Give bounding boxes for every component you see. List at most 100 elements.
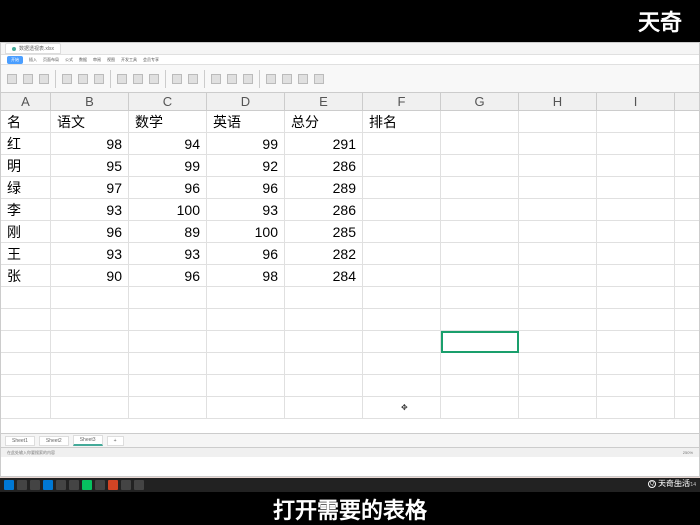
cell[interactable] bbox=[519, 265, 597, 286]
cell[interactable]: 286 bbox=[285, 199, 363, 220]
menu-start[interactable]: 开始 bbox=[7, 56, 23, 64]
cell[interactable]: 李 bbox=[1, 199, 51, 220]
search-icon[interactable] bbox=[17, 480, 27, 490]
cell[interactable]: 99 bbox=[207, 133, 285, 154]
cell[interactable]: 语文 bbox=[51, 111, 129, 132]
cell[interactable] bbox=[519, 155, 597, 176]
cell[interactable]: 96 bbox=[129, 265, 207, 286]
font-button[interactable] bbox=[60, 74, 74, 84]
task-view-icon[interactable] bbox=[30, 480, 40, 490]
cell[interactable] bbox=[597, 133, 675, 154]
cell[interactable] bbox=[363, 199, 441, 220]
cell[interactable]: 93 bbox=[207, 199, 285, 220]
align-button[interactable] bbox=[115, 74, 129, 84]
menu-layout[interactable]: 页面布局 bbox=[43, 57, 59, 63]
cell[interactable] bbox=[519, 177, 597, 198]
cell[interactable] bbox=[363, 265, 441, 286]
cell[interactable]: 93 bbox=[51, 243, 129, 264]
cell[interactable]: 92 bbox=[207, 155, 285, 176]
cell[interactable] bbox=[363, 221, 441, 242]
cell[interactable] bbox=[363, 243, 441, 264]
col-c[interactable]: C bbox=[129, 93, 207, 110]
cell[interactable]: 93 bbox=[129, 243, 207, 264]
cell[interactable] bbox=[441, 177, 519, 198]
cell[interactable]: 96 bbox=[207, 177, 285, 198]
sum-button[interactable] bbox=[209, 74, 223, 84]
merge-button[interactable] bbox=[131, 74, 145, 84]
cell[interactable] bbox=[597, 111, 675, 132]
wps-icon[interactable] bbox=[108, 480, 118, 490]
cell[interactable] bbox=[519, 133, 597, 154]
cell[interactable] bbox=[363, 177, 441, 198]
cell[interactable]: 96 bbox=[51, 221, 129, 242]
cell[interactable] bbox=[519, 199, 597, 220]
edge-icon[interactable] bbox=[43, 480, 53, 490]
cell[interactable] bbox=[597, 199, 675, 220]
col-f[interactable]: F bbox=[363, 93, 441, 110]
copy-button[interactable] bbox=[37, 74, 51, 84]
cell[interactable]: 名 bbox=[1, 111, 51, 132]
cell[interactable] bbox=[441, 133, 519, 154]
sort-button[interactable] bbox=[241, 74, 255, 84]
cell[interactable] bbox=[597, 221, 675, 242]
cell[interactable] bbox=[363, 155, 441, 176]
cell[interactable] bbox=[441, 111, 519, 132]
menu-view[interactable]: 视图 bbox=[107, 57, 115, 63]
cell[interactable] bbox=[441, 221, 519, 242]
rowcol-button[interactable] bbox=[264, 74, 278, 84]
cell[interactable]: 红 bbox=[1, 133, 51, 154]
sheet-tab-2[interactable]: Sheet2 bbox=[39, 436, 69, 446]
find-button[interactable] bbox=[312, 74, 326, 84]
file-tab[interactable]: 数据透视表.xlsx bbox=[5, 43, 61, 54]
menu-insert[interactable]: 插入 bbox=[29, 57, 37, 63]
cell[interactable] bbox=[363, 133, 441, 154]
filter-button[interactable] bbox=[225, 74, 239, 84]
col-d[interactable]: D bbox=[207, 93, 285, 110]
number-button[interactable] bbox=[170, 74, 184, 84]
cell[interactable]: 张 bbox=[1, 265, 51, 286]
cell[interactable]: 王 bbox=[1, 243, 51, 264]
cell[interactable] bbox=[597, 155, 675, 176]
app-icon-3[interactable] bbox=[121, 480, 131, 490]
wechat-icon[interactable] bbox=[82, 480, 92, 490]
col-i[interactable]: I bbox=[597, 93, 675, 110]
add-sheet-button[interactable]: + bbox=[107, 436, 124, 446]
cell[interactable]: 90 bbox=[51, 265, 129, 286]
col-h[interactable]: H bbox=[519, 93, 597, 110]
cell[interactable] bbox=[519, 243, 597, 264]
col-e[interactable]: E bbox=[285, 93, 363, 110]
app-icon-4[interactable] bbox=[134, 480, 144, 490]
cell[interactable]: 99 bbox=[129, 155, 207, 176]
wrap-button[interactable] bbox=[147, 74, 161, 84]
format-button[interactable] bbox=[186, 74, 200, 84]
cell[interactable]: 291 bbox=[285, 133, 363, 154]
cell[interactable]: 总分 bbox=[285, 111, 363, 132]
cell[interactable]: 刚 bbox=[1, 221, 51, 242]
cell[interactable]: 282 bbox=[285, 243, 363, 264]
bold-button[interactable] bbox=[76, 74, 90, 84]
cell[interactable] bbox=[441, 265, 519, 286]
menu-dev[interactable]: 开发工具 bbox=[121, 57, 137, 63]
cell[interactable] bbox=[441, 155, 519, 176]
zoom-level[interactable]: 250% bbox=[683, 450, 693, 455]
app-icon[interactable] bbox=[69, 480, 79, 490]
col-a[interactable]: A bbox=[1, 93, 51, 110]
cell[interactable]: 明 bbox=[1, 155, 51, 176]
cell[interactable]: 286 bbox=[285, 155, 363, 176]
col-g[interactable]: G bbox=[441, 93, 519, 110]
menu-review[interactable]: 审阅 bbox=[93, 57, 101, 63]
explorer-icon[interactable] bbox=[56, 480, 66, 490]
cell[interactable]: 94 bbox=[129, 133, 207, 154]
cell[interactable]: 英语 bbox=[207, 111, 285, 132]
cell[interactable]: 96 bbox=[129, 177, 207, 198]
cell[interactable]: 93 bbox=[51, 199, 129, 220]
sheet-button[interactable] bbox=[280, 74, 294, 84]
cell[interactable] bbox=[441, 199, 519, 220]
cell[interactable] bbox=[519, 111, 597, 132]
spreadsheet-grid[interactable]: A B C D E F G H I 名 语文 数学 英语 总分 排名 bbox=[1, 93, 699, 433]
paste-button[interactable] bbox=[5, 74, 19, 84]
cell[interactable]: 绿 bbox=[1, 177, 51, 198]
cell[interactable]: 89 bbox=[129, 221, 207, 242]
cell[interactable]: 数学 bbox=[129, 111, 207, 132]
freeze-button[interactable] bbox=[296, 74, 310, 84]
